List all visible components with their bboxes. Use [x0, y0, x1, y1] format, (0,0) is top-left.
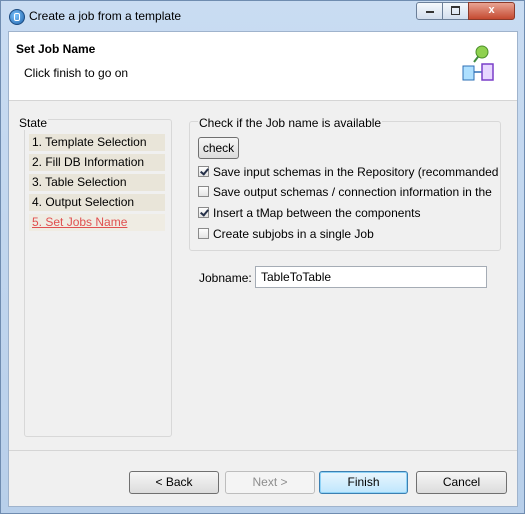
check-button[interactable]: check	[198, 137, 239, 159]
minimize-icon	[425, 11, 434, 13]
state-label: State	[18, 116, 49, 130]
footer-divider	[9, 450, 517, 451]
close-icon: x	[488, 4, 495, 16]
step-output-selection: 4. Output Selection	[29, 194, 165, 211]
option-label: Save input schemas in the Repository (re…	[213, 165, 498, 179]
maximize-icon	[451, 6, 460, 15]
checkbox-checked[interactable]	[198, 207, 209, 218]
finish-button[interactable]: Finish	[319, 471, 408, 494]
option-create-subjobs[interactable]: Create subjobs in a single Job	[198, 227, 498, 243]
checkbox-unchecked[interactable]	[198, 186, 209, 197]
option-save-input-schemas[interactable]: Save input schemas in the Repository (re…	[198, 165, 498, 181]
maximize-button[interactable]	[442, 2, 469, 20]
dialog-window: Create a job from a template x Set Job N…	[0, 0, 525, 514]
dialog-body: Set Job Name Click finish to go on State…	[8, 31, 518, 507]
jobname-label: Jobname:	[199, 271, 252, 285]
step-fill-db-information: 2. Fill DB Information	[29, 154, 165, 171]
option-label: Create subjobs in a single Job	[213, 227, 374, 241]
page-subtitle: Click finish to go on	[24, 66, 129, 80]
back-button[interactable]: < Back	[129, 471, 219, 494]
checkbox-checked[interactable]	[198, 166, 209, 177]
option-label: Insert a tMap between the components	[213, 206, 421, 220]
talend-app-icon	[9, 9, 25, 25]
page-title: Set Job Name	[16, 42, 96, 56]
step-set-jobs-name: 5. Set Jobs Name	[29, 214, 165, 231]
step-table-selection: 3. Table Selection	[29, 174, 165, 191]
checkbox-unchecked[interactable]	[198, 228, 209, 239]
window-title: Create a job from a template	[29, 9, 182, 23]
cancel-button[interactable]: Cancel	[416, 471, 507, 494]
minimize-button[interactable]	[416, 2, 443, 20]
wizard-header: Set Job Name Click finish to go on	[9, 32, 517, 101]
close-button[interactable]: x	[468, 2, 515, 20]
title-bar[interactable]: Create a job from a template x	[1, 1, 524, 31]
option-save-output-schemas[interactable]: Save output schemas / connection informa…	[198, 185, 498, 201]
option-insert-tmap[interactable]: Insert a tMap between the components	[198, 206, 498, 222]
option-label: Save output schemas / connection informa…	[213, 185, 492, 199]
availability-group-label: Check if the Job name is available	[198, 116, 383, 130]
jobname-input[interactable]	[255, 266, 487, 288]
step-template-selection: 1. Template Selection	[29, 134, 165, 151]
next-button: Next >	[225, 471, 315, 494]
wizard-icon	[462, 45, 494, 81]
